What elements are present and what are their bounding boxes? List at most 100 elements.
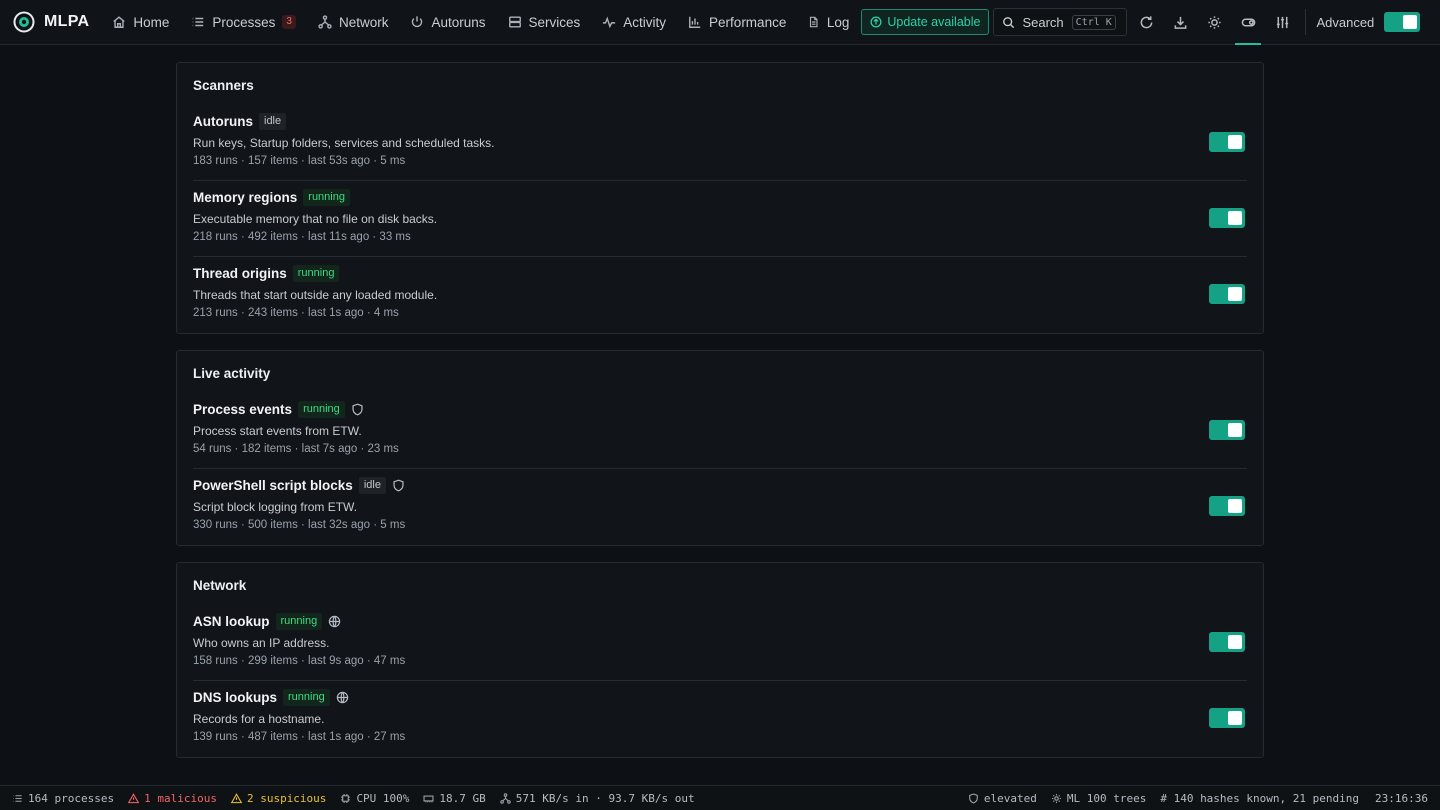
- power-icon: [412, 16, 423, 28]
- scanner-header: ASN lookup running: [193, 605, 1247, 631]
- scanner-toggle[interactable]: [1209, 632, 1245, 652]
- globe-icon: [328, 615, 341, 627]
- update-available-button[interactable]: Update available: [861, 9, 990, 35]
- malicious-count[interactable]: 1 malicious: [128, 792, 217, 805]
- scanner-description: Run keys, Startup folders, services and …: [193, 136, 495, 150]
- scanner-description: Script block logging from ETW.: [193, 500, 358, 514]
- top-bar: MLPA Home Processes 3 Network Autoruns S…: [0, 0, 1440, 45]
- scanner-description: Threads that start outside any loaded mo…: [193, 288, 438, 302]
- settings-button[interactable]: [1265, 0, 1299, 45]
- settings-content: Scanners Autoruns idle Run keys, Startup fo…: [176, 62, 1264, 774]
- malicious-count-label: 1 malicious: [144, 791, 217, 805]
- update-label: Update available: [887, 15, 981, 29]
- hash-label: # 140 hashes known, 21 pending: [1160, 791, 1360, 805]
- settings-section: Scanners Autoruns idle Run keys, Startup fo…: [176, 62, 1264, 334]
- nav-log[interactable]: Log: [797, 0, 849, 45]
- scanner-toggle[interactable]: [1209, 496, 1245, 516]
- suspicious-count[interactable]: 2 suspicious: [230, 792, 326, 805]
- cpu-usage: CPU 100%: [340, 792, 409, 805]
- home-icon: [113, 16, 126, 28]
- scanner-stats: 54 runs · 182 items · last 7s ago · 23 m…: [193, 443, 399, 455]
- scanner-stats: 218 runs · 492 items · last 11s ago · 33…: [193, 231, 411, 243]
- scanner-toggle[interactable]: [1209, 420, 1245, 440]
- scanner-name: ASN lookup: [193, 613, 270, 629]
- process-count[interactable]: 164 processes: [12, 792, 114, 805]
- scanner-toggle[interactable]: [1209, 132, 1245, 152]
- scanner-name: PowerShell script blocks: [193, 477, 353, 493]
- logo-icon: [13, 11, 35, 33]
- nav-autoruns-label: Autoruns: [431, 14, 486, 30]
- app-name: MLPA: [44, 13, 90, 30]
- sliders-icon: [1276, 16, 1289, 28]
- nav-home-label: Home: [133, 14, 170, 30]
- list-icon: [13, 794, 22, 802]
- refresh-icon: [1140, 15, 1153, 28]
- search-label: Search: [1022, 14, 1064, 30]
- clock: 23:16:36: [1375, 791, 1428, 805]
- scanner-stats: 183 runs · 157 items · last 53s ago · 5 …: [193, 155, 406, 167]
- scanner-description: Who owns an IP address.: [193, 636, 330, 650]
- search-box[interactable]: Search Ctrl K: [993, 8, 1128, 36]
- memory-usage: 18.7 GB: [423, 792, 486, 805]
- toggle-icon: [1241, 17, 1256, 27]
- brand[interactable]: MLPA: [13, 11, 89, 33]
- scanner-stats: 139 runs · 487 items · last 1s ago · 27 …: [193, 731, 406, 743]
- warning-icon: [230, 792, 242, 803]
- elevation-status: elevated: [968, 792, 1037, 805]
- scanner-row: PowerShell script blocks idle Script block…: [193, 469, 1247, 545]
- scanner-name: Process events: [193, 401, 293, 417]
- nav-home[interactable]: Home: [101, 0, 180, 45]
- download-button[interactable]: [1163, 0, 1197, 45]
- nav-processes[interactable]: Processes 3: [180, 0, 307, 45]
- scanner-header: DNS lookups running: [193, 681, 1247, 707]
- cpu-usage-label: CPU 100%: [356, 791, 410, 805]
- nav-log-label: Log: [826, 14, 850, 30]
- nav-performance-label: Performance: [709, 14, 787, 30]
- settings-section: Live activity Process events running Proces…: [176, 350, 1264, 546]
- scanner-toggle[interactable]: [1209, 708, 1245, 728]
- status-badge: running: [303, 188, 350, 206]
- nav-network-label: Network: [338, 14, 389, 30]
- warning-icon: [128, 792, 140, 803]
- scanner-name: Memory regions: [193, 189, 298, 205]
- nav-network[interactable]: Network: [307, 0, 400, 45]
- nav-autoruns[interactable]: Autoruns: [399, 0, 496, 45]
- nav-services-label: Services: [528, 14, 581, 30]
- sun-icon: [1208, 15, 1221, 29]
- scanner-stats: 158 runs · 299 items · last 9s ago · 47 …: [193, 655, 406, 667]
- scanner-stats: 213 runs · 243 items · last 1s ago · 4 m…: [193, 307, 399, 319]
- processes-badge: 3: [282, 15, 296, 29]
- network-throughput-label: 571 KB/s in · 93.7 KB/s out: [515, 791, 695, 805]
- nav-processes-label: Processes: [212, 14, 276, 30]
- memory-icon: [423, 795, 434, 802]
- server-icon: [508, 16, 521, 28]
- theme-button[interactable]: [1197, 0, 1231, 45]
- file-icon: [810, 16, 818, 28]
- status-badge: running: [283, 688, 330, 706]
- scanner-toggle[interactable]: [1209, 284, 1245, 304]
- scanner-row: Memory regions running Executable memory t…: [193, 181, 1247, 257]
- nav-activity-label: Activity: [623, 14, 667, 30]
- scanner-name: Autoruns: [193, 113, 253, 129]
- scanner-row: Process events running Process start event…: [193, 393, 1247, 469]
- search-shortcut: Ctrl K: [1071, 14, 1116, 30]
- shield-icon: [352, 403, 363, 415]
- nav-performance[interactable]: Performance: [677, 0, 797, 45]
- refresh-button[interactable]: [1129, 0, 1163, 45]
- toggles-button[interactable]: [1231, 0, 1265, 45]
- advanced-toggle[interactable]: [1384, 12, 1421, 32]
- ml-label: ML 100 trees: [1066, 791, 1147, 805]
- scanner-row: DNS lookups running Records for a hostname…: [193, 681, 1247, 757]
- scanner-header: Process events running: [193, 393, 1247, 419]
- scanner-toggle[interactable]: [1209, 208, 1245, 228]
- network-throughput: 571 KB/s in · 93.7 KB/s out: [500, 792, 695, 805]
- arrow-up-circle-icon: [870, 16, 882, 28]
- nav-activity[interactable]: Activity: [591, 0, 677, 45]
- scanner-description: Records for a hostname.: [193, 712, 325, 726]
- list-icon: [193, 17, 204, 27]
- scanner-header: PowerShell script blocks idle: [193, 469, 1247, 495]
- scanner-header: Thread origins running: [193, 257, 1247, 283]
- toolbar-divider: [1305, 9, 1307, 35]
- nav-services[interactable]: Services: [497, 0, 592, 45]
- elevation-label: elevated: [983, 791, 1037, 805]
